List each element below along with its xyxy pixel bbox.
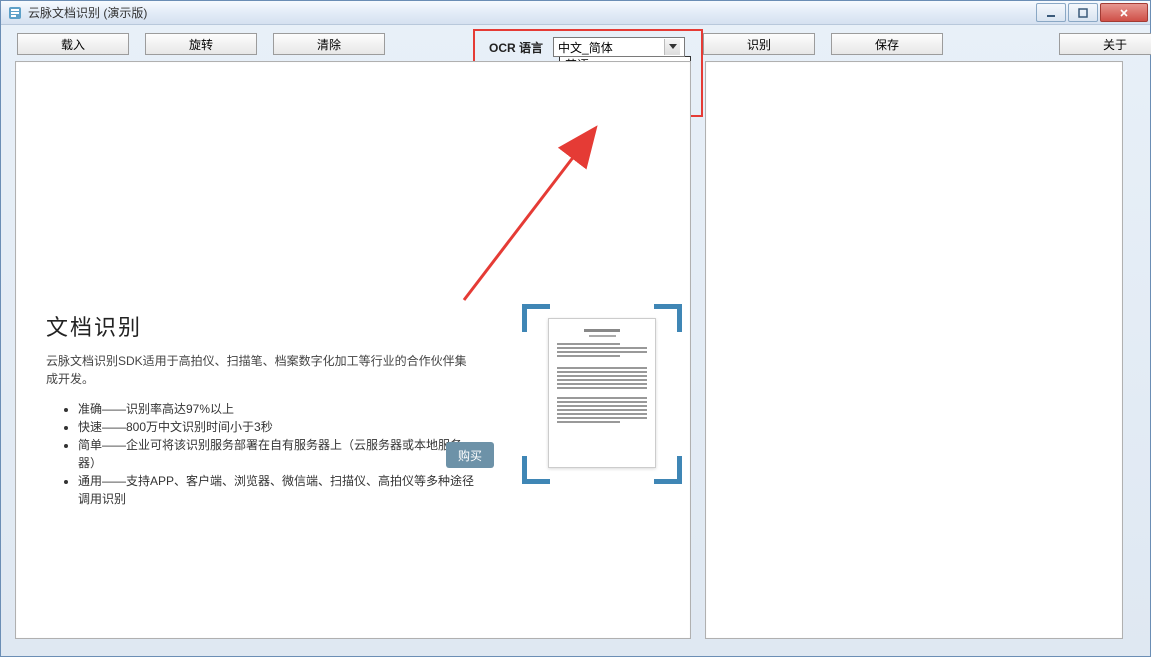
- promo-bullet: 快速——800万中文识别时间小于3秒: [78, 418, 476, 436]
- ocr-label: OCR 语言: [489, 39, 543, 56]
- toolbar: 载入 旋转 清除 OCR 语言 中文_简体 英语中文_简体中文_繁体 识别: [1, 25, 1150, 61]
- scan-corner-icon: [522, 456, 550, 484]
- rotate-button[interactable]: 旋转: [145, 33, 257, 55]
- ocr-selected-value: 中文_简体: [558, 39, 613, 56]
- about-button[interactable]: 关于: [1059, 33, 1151, 55]
- result-panel: [705, 61, 1123, 639]
- save-button[interactable]: 保存: [831, 33, 943, 55]
- document-thumbnail: [548, 318, 656, 468]
- app-icon: [7, 5, 23, 21]
- promo-block: 文档识别 云脉文档识别SDK适用于高拍仪、扫描笔、档案数字化加工等行业的合作伙伴…: [46, 310, 476, 508]
- promo-description: 云脉文档识别SDK适用于高拍仪、扫描笔、档案数字化加工等行业的合作伙伴集成开发。: [46, 352, 476, 388]
- image-panel: 文档识别 云脉文档识别SDK适用于高拍仪、扫描笔、档案数字化加工等行业的合作伙伴…: [15, 61, 691, 639]
- close-button[interactable]: [1100, 3, 1148, 22]
- scan-corner-icon: [654, 304, 682, 332]
- toolbar-left-group: 载入 旋转 清除: [17, 33, 401, 55]
- annotation-arrow-icon: [454, 120, 694, 320]
- window-title: 云脉文档识别 (演示版): [28, 4, 147, 21]
- maximize-button[interactable]: [1068, 3, 1098, 22]
- promo-title: 文档识别: [46, 310, 476, 342]
- scan-corner-icon: [654, 456, 682, 484]
- ocr-language-select[interactable]: 中文_简体: [553, 37, 685, 57]
- dropdown-arrow-icon: [664, 39, 680, 55]
- window-controls: [1034, 3, 1148, 22]
- load-button[interactable]: 载入: [17, 33, 129, 55]
- content-area: 文档识别 云脉文档识别SDK适用于高拍仪、扫描笔、档案数字化加工等行业的合作伙伴…: [1, 61, 1150, 656]
- promo-bullet: 通用——支持APP、客户端、浏览器、微信端、扫描仪、高拍仪等多种途径调用识别: [78, 472, 476, 508]
- app-window: 云脉文档识别 (演示版) 载入 旋转 清除 OCR 语言 中文_简: [0, 0, 1151, 657]
- scan-corner-icon: [522, 304, 550, 332]
- buy-button[interactable]: 购买: [446, 442, 494, 468]
- titlebar: 云脉文档识别 (演示版): [1, 1, 1150, 25]
- promo-bullet: 准确——识别率高达97%以上: [78, 400, 476, 418]
- toolbar-right-group: 识别 保存 关于: [703, 33, 1151, 55]
- promo-bullet-list: 准确——识别率高达97%以上快速——800万中文识别时间小于3秒简单——企业可将…: [46, 400, 476, 508]
- minimize-button[interactable]: [1036, 3, 1066, 22]
- promo-bullet: 简单——企业可将该识别服务部署在自有服务器上（云服务器或本地服务器）: [78, 436, 476, 472]
- scan-preview: [522, 304, 682, 484]
- clear-button[interactable]: 清除: [273, 33, 385, 55]
- recognize-button[interactable]: 识别: [703, 33, 815, 55]
